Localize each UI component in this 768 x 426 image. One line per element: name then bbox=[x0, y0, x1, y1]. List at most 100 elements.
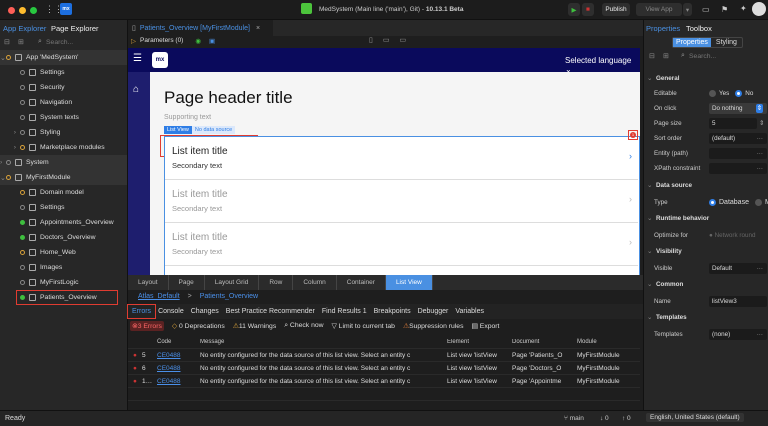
list-item[interactable]: List item title Secondary text › bbox=[165, 223, 638, 266]
tab-console[interactable]: Console bbox=[158, 308, 184, 315]
tree-item[interactable]: Domain model bbox=[0, 185, 127, 200]
column-header[interactable]: Element bbox=[447, 339, 512, 345]
tab-page-explorer[interactable]: Page Explorer bbox=[51, 24, 99, 33]
seg-properties[interactable]: Properties bbox=[673, 38, 711, 47]
pull-count[interactable]: ↓ 0 bbox=[600, 415, 609, 422]
tree-item[interactable]: › Marketplace modules bbox=[0, 140, 127, 155]
templates-field[interactable]: (none) ··· bbox=[709, 328, 767, 340]
chevron-down-icon[interactable]: ⌄ bbox=[647, 75, 652, 82]
visible-field[interactable]: Default ··· bbox=[709, 262, 767, 274]
seg-styling[interactable]: Styling bbox=[711, 38, 742, 47]
expand-all-icon[interactable]: ⊞ bbox=[663, 52, 669, 60]
export-button[interactable]: ▤ Export bbox=[471, 322, 499, 330]
tree-item[interactable]: Navigation bbox=[0, 95, 127, 110]
tree-item[interactable]: Images bbox=[0, 260, 127, 275]
tree-item[interactable]: Doctors_Overview bbox=[0, 230, 127, 245]
hamburger-menu-icon[interactable]: ☰ bbox=[133, 53, 142, 64]
entity-field[interactable]: ··· bbox=[709, 147, 767, 159]
table-row[interactable]: ● 6 CE0488 No entity configured for the dat… bbox=[128, 362, 640, 375]
warnings-filter-button[interactable]: ⚠11 Warnings bbox=[233, 322, 277, 330]
tree-item[interactable]: System texts bbox=[0, 110, 127, 125]
error-count-badge[interactable]: 1 bbox=[630, 132, 636, 138]
sort_order-field[interactable]: (default) ··· bbox=[709, 132, 767, 144]
radio-microflow[interactable] bbox=[754, 198, 762, 206]
limit-to-tab-button[interactable]: ▽ Limit to current tab bbox=[332, 322, 395, 330]
desktop-view-icon[interactable]: ▭ bbox=[399, 36, 406, 44]
parameters-button[interactable]: Parameters (0) bbox=[140, 37, 183, 45]
radio-database[interactable] bbox=[709, 198, 716, 206]
breadcrumb-list-view[interactable]: List View bbox=[385, 275, 433, 290]
breadcrumb-row[interactable]: Row bbox=[259, 275, 294, 290]
tab-find-results-1[interactable]: Find Results 1 bbox=[322, 308, 367, 315]
breadcrumb-layout-grid[interactable]: Layout Grid bbox=[204, 275, 260, 290]
close-window-button[interactable] bbox=[8, 7, 15, 14]
publish-button[interactable]: Publish bbox=[602, 3, 630, 16]
check-now-button[interactable]: ⌕ Check now bbox=[284, 322, 323, 330]
layout-link[interactable]: Atlas_Default bbox=[138, 293, 180, 300]
tree-item[interactable]: ⌄ App 'MedSystem' bbox=[0, 50, 127, 65]
radio-no[interactable] bbox=[735, 89, 743, 97]
collapse-all-icon[interactable]: ⊟ bbox=[4, 38, 10, 46]
branch-indicator[interactable]: ⑂ main bbox=[564, 415, 584, 422]
section-data_source[interactable]: ⌄ Data source bbox=[644, 178, 768, 192]
feedback-icon[interactable]: ▭ bbox=[702, 5, 710, 14]
stop-button[interactable]: ■ bbox=[582, 3, 594, 16]
tree-item[interactable]: › System bbox=[0, 155, 127, 170]
breadcrumb-page[interactable]: Page bbox=[168, 275, 205, 290]
error-code-link[interactable]: CE0488 bbox=[157, 352, 200, 359]
list-item[interactable]: List item title Secondary text › bbox=[165, 137, 638, 180]
tab-best-practice-recommender[interactable]: Best Practice Recommender bbox=[226, 308, 315, 315]
stepper-icon[interactable]: ⇕ bbox=[759, 120, 764, 127]
tab-toolbox[interactable]: Toolbox bbox=[686, 24, 712, 33]
section-common[interactable]: ⌄ Common bbox=[644, 277, 768, 291]
tab-breakpoints[interactable]: Breakpoints bbox=[374, 308, 411, 315]
tab-changes[interactable]: Changes bbox=[191, 308, 219, 315]
properties-search-input[interactable] bbox=[689, 50, 765, 62]
section-templates_h[interactable]: ⌄ Templates bbox=[644, 310, 768, 324]
section-runtime[interactable]: ⌄ Runtime behavior bbox=[644, 211, 768, 225]
chevron-icon[interactable]: › bbox=[0, 129, 20, 136]
language-selector-status[interactable]: English, United States (default) bbox=[646, 413, 744, 422]
tab-debugger[interactable]: Debugger bbox=[418, 308, 449, 315]
list-view[interactable]: List item title Secondary text › List item … bbox=[164, 136, 640, 275]
ai-assist-icon[interactable]: ✦ bbox=[740, 4, 747, 13]
on-click-select[interactable]: Do nothing ⇕ bbox=[709, 102, 767, 114]
page-link[interactable]: Patients_Overview bbox=[200, 293, 258, 300]
editor-tab-patients-overview[interactable]: ▯ Patients_Overview [MyFirstModule] × bbox=[128, 20, 273, 36]
marketplace-icon[interactable]: ⚑ bbox=[721, 5, 728, 14]
suppression-rules-button[interactable]: ⚠Suppression rules bbox=[403, 322, 464, 330]
table-row[interactable]: ● 1… CE0488 No entity configured for the da… bbox=[128, 375, 640, 388]
phone-view-icon[interactable]: ▯ bbox=[369, 36, 373, 44]
view-app-dropdown[interactable]: ▾ bbox=[683, 3, 692, 16]
list-item[interactable]: List item title Secondary text › bbox=[165, 180, 638, 223]
xpath-field[interactable]: ··· bbox=[709, 162, 767, 174]
column-header[interactable]: Module bbox=[577, 339, 640, 345]
section-visibility[interactable]: ⌄ Visibility bbox=[644, 244, 768, 258]
table-row[interactable]: ● 5 CE0488 No entity configured for the dat… bbox=[128, 349, 640, 362]
expand-all-icon[interactable]: ⊞ bbox=[18, 38, 24, 46]
tree-item[interactable]: › Styling bbox=[0, 125, 127, 140]
chevron-icon[interactable]: › bbox=[0, 144, 20, 151]
maximize-window-button[interactable] bbox=[30, 7, 37, 14]
error-code-link[interactable]: CE0488 bbox=[157, 378, 200, 385]
column-header[interactable]: Message bbox=[200, 339, 447, 345]
tree-item[interactable]: Home_Web bbox=[0, 245, 127, 260]
breadcrumb-column[interactable]: Column bbox=[293, 275, 337, 290]
view-app-button[interactable]: View App bbox=[636, 3, 682, 16]
collapse-all-icon[interactable]: ⊟ bbox=[649, 52, 655, 60]
section-general[interactable]: ⌄ General bbox=[644, 71, 768, 85]
error-code-link[interactable]: CE0488 bbox=[157, 365, 200, 372]
tab-variables[interactable]: Variables bbox=[455, 308, 484, 315]
user-avatar[interactable] bbox=[752, 2, 766, 16]
list-view-badge[interactable]: List View No data source bbox=[164, 126, 236, 134]
tree-item[interactable]: ⌄ MyFirstModule bbox=[0, 170, 127, 185]
column-header[interactable]: Document bbox=[512, 339, 577, 345]
push-count[interactable]: ↑ 0 bbox=[622, 415, 631, 422]
chevron-down-icon[interactable]: ⌄ bbox=[647, 182, 652, 189]
tree-item[interactable]: Settings bbox=[0, 65, 127, 80]
chevron-down-icon[interactable]: ⌄ bbox=[647, 281, 652, 288]
tree-item[interactable]: Security bbox=[0, 80, 127, 95]
chevron-down-icon[interactable]: ⌄ bbox=[647, 215, 652, 222]
close-tab-icon[interactable]: × bbox=[256, 25, 260, 32]
page-size-input[interactable]: 5 bbox=[709, 117, 757, 129]
